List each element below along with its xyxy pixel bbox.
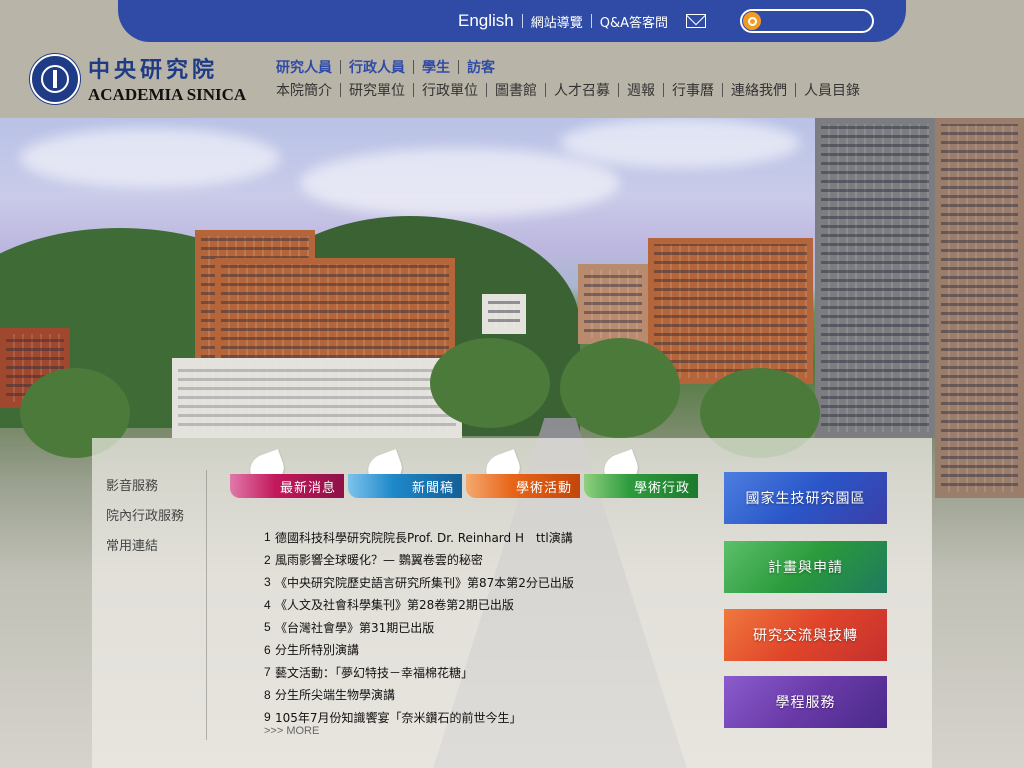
divider: [795, 83, 796, 97]
search-icon[interactable]: [743, 12, 762, 30]
divider: [413, 60, 414, 74]
more-link[interactable]: >>> MORE: [264, 725, 319, 737]
list-item[interactable]: 8 分生所尖端生物學演講: [264, 684, 684, 707]
nav-contact[interactable]: 連絡我們: [731, 80, 787, 100]
logo-name-en: ACADEMIA SINICA: [88, 85, 247, 104]
plans-application-button[interactable]: 計畫與申請: [724, 541, 887, 593]
divider: [340, 60, 341, 74]
site-logo[interactable]: 中央研究院 ACADEMIA SINICA: [30, 52, 246, 105]
audience-nav: 研究人員 行政人員 學生 訪客: [276, 57, 495, 77]
list-item[interactable]: 6 分生所特別演講: [264, 639, 684, 662]
tab-academic-admin[interactable]: 學術行政: [584, 449, 698, 498]
side-item-internal-admin[interactable]: 院內行政服務: [106, 508, 206, 538]
list-item[interactable]: 3 《中央研究院歷史語言研究所集刊》第87本第2分已出版: [264, 571, 684, 594]
divider: [618, 83, 619, 97]
nav-about[interactable]: 本院簡介: [276, 80, 332, 100]
nav-researchers[interactable]: 研究人員: [276, 57, 332, 77]
list-item[interactable]: 4 《人文及社會科學集刊》第28卷第2期已出版: [264, 594, 684, 617]
nav-calendar[interactable]: 行事曆: [672, 80, 714, 100]
divider: [206, 470, 207, 740]
tab-press-release[interactable]: 新聞稿: [348, 449, 462, 498]
academia-sinica-seal-icon: [30, 53, 80, 104]
nav-recruitment[interactable]: 人才召募: [554, 80, 610, 100]
divider: [486, 83, 487, 97]
site-header: English 網站導覽 Q&A答客問 中央研究院 ACADEMIA SINIC…: [0, 0, 1024, 118]
top-utility-bar: English 網站導覽 Q&A答客問: [118, 0, 906, 42]
side-menu: 影音服務 院內行政服務 常用連結: [106, 478, 206, 568]
tab-academic-events[interactable]: 學術活動: [466, 449, 580, 498]
list-item[interactable]: 7 藝文活動：「夢幻特技－幸福棉花糖」: [264, 661, 684, 684]
main-nav: 本院簡介 研究單位 行政單位 圖書館 人才召募 週報 行事曆 連絡我們 人員目錄: [276, 80, 860, 100]
nav-library[interactable]: 圖書館: [495, 80, 537, 100]
tab-latest-news[interactable]: 最新消息: [230, 449, 344, 498]
nav-directory[interactable]: 人員目錄: [804, 80, 860, 100]
nav-students[interactable]: 學生: [422, 57, 450, 77]
news-tabs: 最新消息 新聞稿 學術活動 學術行政: [230, 449, 702, 498]
exchange-tech-transfer-button[interactable]: 研究交流與技轉: [724, 609, 887, 661]
nav-admin-units[interactable]: 行政單位: [422, 80, 478, 100]
nav-weekly[interactable]: 週報: [627, 80, 655, 100]
search-input[interactable]: [768, 12, 869, 30]
divider: [722, 83, 723, 97]
mail-icon[interactable]: [686, 14, 707, 28]
nav-visitors[interactable]: 訪客: [467, 57, 495, 77]
side-item-links[interactable]: 常用連結: [106, 538, 206, 568]
degree-programs-button[interactable]: 學程服務: [724, 676, 887, 728]
list-item[interactable]: 5 《台灣社會學》第31期已出版: [264, 616, 684, 639]
divider: [545, 83, 546, 97]
english-link[interactable]: English: [450, 11, 522, 31]
divider: [413, 83, 414, 97]
list-item[interactable]: 9 105年7月份知識饗宴「奈米鑽石的前世今生」: [264, 706, 684, 729]
list-item[interactable]: 2 風雨影響全球暖化？— 鸚翼卷雲的秘密: [264, 549, 684, 572]
divider: [458, 60, 459, 74]
biotech-park-button[interactable]: 國家生技研究園區: [724, 472, 887, 524]
side-item-media[interactable]: 影音服務: [106, 478, 206, 508]
search-box[interactable]: [740, 9, 875, 33]
nav-research-units[interactable]: 研究單位: [349, 80, 405, 100]
qa-link[interactable]: Q&A答客問: [592, 12, 676, 31]
divider: [663, 83, 664, 97]
nav-admin-staff[interactable]: 行政人員: [349, 57, 405, 77]
list-item[interactable]: 1 德國科技科學研究院院長Prof. Dr. Reinhard H ttl演講: [264, 526, 684, 549]
logo-name-cn: 中央研究院: [88, 57, 219, 83]
sitemap-link[interactable]: 網站導覽: [523, 12, 591, 31]
divider: [340, 83, 341, 97]
news-list: 1 德國科技科學研究院院長Prof. Dr. Reinhard H ttl演講 2…: [264, 526, 684, 729]
